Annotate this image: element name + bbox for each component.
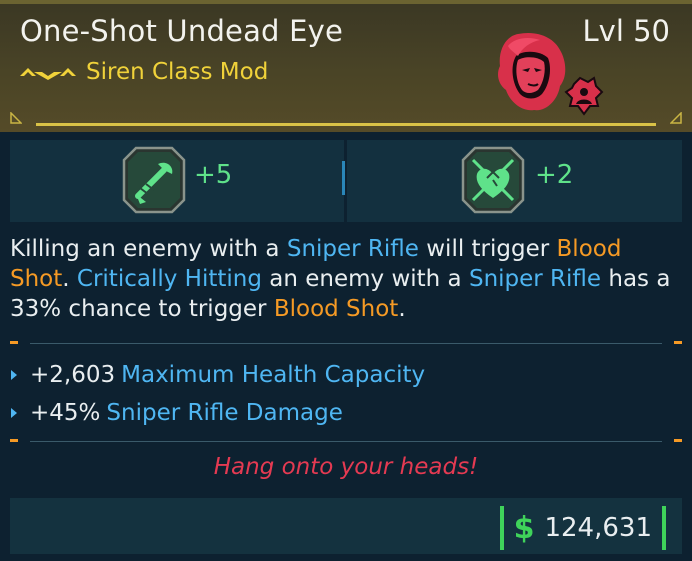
header-top-border	[0, 0, 692, 4]
item-description: Killing an enemy with a Sniper Rifle wil…	[10, 234, 682, 324]
item-header: One-Shot Undead Eye Lvl 50 Siren Class M…	[0, 0, 692, 132]
header-accent-line	[36, 123, 656, 126]
item-price: $ 124,631	[499, 506, 666, 550]
bullet-arrow-icon	[11, 408, 17, 418]
desc-text: an enemy with a	[261, 266, 469, 292]
heart-cross-skill-icon	[461, 146, 525, 214]
desc-text: .	[398, 296, 406, 322]
desc-keyword: Critically Hitting	[76, 266, 262, 292]
flavor-text: Hang onto your heads!	[213, 454, 479, 480]
stat-line: +45% Sniper Rifle Damage	[10, 398, 343, 428]
section-divider	[10, 436, 682, 448]
desc-keyword: Blood Shot	[273, 296, 399, 322]
stat-name: Maximum Health Capacity	[121, 362, 426, 388]
corner-marker-icon	[10, 112, 22, 124]
desc-text: Killing an enemy with a	[10, 236, 287, 262]
stat-value: +2,603	[30, 362, 116, 388]
corner-marker-icon	[670, 112, 682, 124]
stat-line: +2,603 Maximum Health Capacity	[10, 360, 425, 390]
section-divider	[10, 338, 682, 350]
desc-keyword: Sniper Rifle	[468, 266, 602, 292]
desc-text: will trigger	[418, 236, 557, 262]
dollar-icon: $	[513, 510, 535, 546]
legendary-chevrons-icon	[20, 68, 76, 80]
item-type-row: Siren Class Mod	[20, 56, 268, 88]
item-card: One-Shot Undead Eye Lvl 50 Siren Class M…	[0, 0, 692, 561]
item-name: One-Shot Undead Eye	[20, 14, 344, 48]
desc-text: .	[62, 266, 77, 292]
item-type: Siren Class Mod	[86, 59, 269, 85]
skill-bonus-1[interactable]: +5	[10, 140, 344, 222]
price-amount: 124,631	[544, 513, 652, 543]
desc-keyword: Sniper Rifle	[286, 236, 419, 262]
stat-name: Sniper Rifle Damage	[106, 400, 343, 426]
bullet-arrow-icon	[11, 370, 17, 380]
siren-portrait-icon	[498, 32, 604, 116]
skill-bonus-value: +2	[535, 160, 574, 190]
sniper-rifle-skill-icon	[122, 146, 186, 214]
skill-separator	[342, 161, 345, 195]
skill-bonus-value: +5	[194, 160, 233, 190]
skill-bonus-2[interactable]: +2	[347, 140, 682, 222]
stat-value: +45%	[30, 400, 101, 426]
